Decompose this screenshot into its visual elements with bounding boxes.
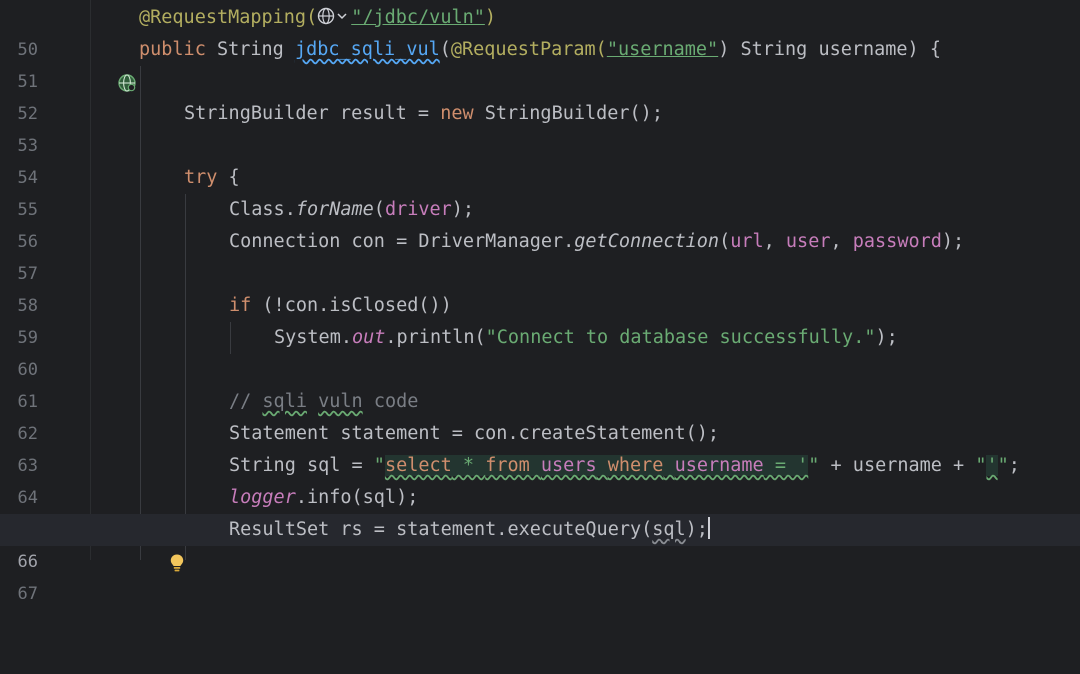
code-text: {	[217, 167, 240, 188]
code-line-63[interactable]: 63 Statement statement = con.createState…	[0, 418, 1080, 476]
paren-close: );	[941, 231, 965, 252]
line-number[interactable]: 67	[0, 578, 38, 610]
paren-close: );	[685, 519, 708, 540]
code-line-56[interactable]: 56 Class.forName(driver);	[0, 194, 1080, 252]
code-text: (!con.isClosed())	[251, 295, 452, 316]
globe-dropdown-icon[interactable]	[317, 4, 351, 36]
string-literal: "Connect to database successfully."	[485, 327, 876, 348]
sql-text: = '	[763, 455, 809, 476]
string-quote: "	[997, 455, 1009, 476]
sql-text: *	[451, 455, 486, 476]
code-text: .println(	[385, 327, 486, 348]
method-name: jdbc_sqli_vul	[294, 39, 440, 60]
code-line-64[interactable]: 64 String sql = "select * from users whe…	[0, 450, 1080, 508]
code-line-57[interactable]: 57 Connection con = DriverManager.getCon…	[0, 226, 1080, 284]
annotation: @RequestMapping(	[139, 7, 318, 28]
comment-typo: vuln	[318, 391, 363, 412]
code-text: String sql =	[229, 455, 374, 476]
string-quote: "	[373, 455, 385, 476]
keyword-if: if	[229, 295, 252, 316]
sql-identifier: users	[540, 455, 597, 476]
keyword-new: new	[440, 103, 474, 124]
code-line-58[interactable]: 58	[0, 258, 1080, 316]
string-quote: "	[808, 455, 820, 476]
keyword-try: try	[184, 167, 218, 188]
code-text: ;	[1008, 455, 1020, 476]
code-line-53[interactable]: 53 StringBuilder result = new StringBuil…	[0, 98, 1080, 156]
code-line-51[interactable]: 51 public String jdbc_sqli_vul(@RequestP…	[0, 34, 1080, 92]
comment: code	[362, 391, 419, 412]
keyword-public: public	[139, 39, 206, 60]
code-line-66[interactable]: 66 ResultSet rs = statement.executeQuery…	[0, 514, 1080, 572]
request-path: "/jdbc/vuln"	[351, 7, 485, 28]
comma: ,	[763, 231, 786, 252]
code-line-61[interactable]: 61	[0, 354, 1080, 412]
paren-close: );	[451, 199, 475, 220]
code-editor[interactable]: 50 @RequestMapping("/jdbc/vuln") 51 publ…	[0, 0, 1080, 604]
field-ref: url	[730, 231, 764, 252]
annotation: @RequestParam(	[450, 39, 607, 60]
string-quote: "	[975, 455, 987, 476]
code-text: Connection con = DriverManager.	[229, 231, 575, 252]
code-text: ResultSet rs = statement.executeQuery(	[229, 519, 653, 540]
code-text: System.	[274, 327, 352, 348]
code-line-52[interactable]: 52	[0, 66, 1080, 124]
code-text: Class.	[229, 199, 296, 220]
static-field: logger	[229, 487, 296, 508]
paren-open: (	[373, 199, 385, 220]
sql-keyword: select	[384, 455, 452, 476]
code-line-65[interactable]: 65 logger.info(sql);	[0, 482, 1080, 540]
static-method: forName	[295, 199, 374, 220]
static-method: getConnection	[574, 231, 720, 252]
method-signature-rest: ) String username) {	[718, 39, 941, 60]
comma: ,	[830, 231, 853, 252]
code-text: StringBuilder();	[473, 103, 663, 124]
code-line-54[interactable]: 54	[0, 130, 1080, 188]
paren-open: (	[719, 231, 731, 252]
comment	[307, 391, 318, 412]
code-text: StringBuilder result =	[184, 103, 441, 124]
annotation-close: )	[484, 7, 497, 28]
sql-keyword: where	[607, 455, 664, 476]
static-field: out	[351, 327, 386, 348]
paren-open: (	[439, 39, 451, 60]
variable-ref: sql	[652, 519, 686, 540]
comment-typo: sqli	[262, 391, 307, 412]
sql-keyword: from	[485, 455, 530, 476]
comment: //	[229, 391, 263, 412]
field-ref: driver	[384, 199, 452, 220]
code-line-59[interactable]: 59 if (!con.isClosed())	[0, 290, 1080, 348]
return-type: String	[205, 39, 295, 60]
code-line-67[interactable]: 67	[0, 546, 1080, 604]
sql-identifier: username	[674, 455, 764, 476]
code-line-55[interactable]: 55 try {	[0, 162, 1080, 220]
code-line-50[interactable]: 50 @RequestMapping("/jdbc/vuln")	[0, 2, 1080, 60]
field-ref: password	[852, 231, 942, 252]
paren-close: );	[875, 327, 898, 348]
request-param-name: "username"	[606, 39, 719, 60]
text-caret	[707, 517, 710, 539]
code-text: + username +	[819, 455, 976, 476]
code-text: Statement statement = con.createStatemen…	[229, 423, 720, 444]
code-line-60[interactable]: 60 System.out.println("Connect to databa…	[0, 322, 1080, 380]
code-text: .info(sql);	[295, 487, 419, 508]
code-line-62[interactable]: 62 // sqli vuln code	[0, 386, 1080, 444]
sql-text: '	[986, 455, 998, 476]
field-ref: user	[785, 231, 831, 252]
